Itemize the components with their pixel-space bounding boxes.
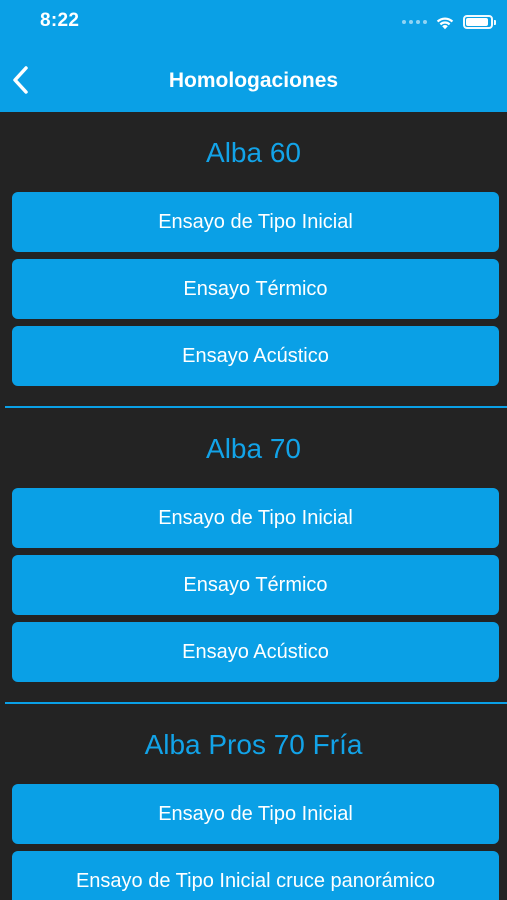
wifi-icon xyxy=(436,16,454,29)
ensayo-tipo-inicial-button[interactable]: Ensayo de Tipo Inicial xyxy=(12,488,499,548)
ensayo-termico-button[interactable]: Ensayo Térmico xyxy=(12,259,499,319)
status-icons xyxy=(402,11,496,33)
section-title: Alba 70 xyxy=(206,433,301,464)
homologations-list: Alba 60 Ensayo de Tipo Inicial Ensayo Té… xyxy=(0,112,507,900)
ensayo-tipo-inicial-button[interactable]: Ensayo de Tipo Inicial xyxy=(12,784,499,844)
status-time: 8:22 xyxy=(40,10,80,31)
ensayo-acustico-button[interactable]: Ensayo Acústico xyxy=(12,326,499,386)
section-alba-pros-70-fria: Alba Pros 70 Fría Ensayo de Tipo Inicial… xyxy=(0,704,507,900)
section-title: Alba 60 xyxy=(206,137,301,168)
battery-icon xyxy=(463,15,496,29)
section-alba-70: Alba 70 Ensayo de Tipo Inicial Ensayo Té… xyxy=(0,408,507,704)
ensayo-acustico-button[interactable]: Ensayo Acústico xyxy=(12,622,499,682)
navigation-bar: 8:22 Homologaciones xyxy=(0,0,507,112)
ensayo-termico-button[interactable]: Ensayo Térmico xyxy=(12,555,499,615)
ensayo-tipo-inicial-button[interactable]: Ensayo de Tipo Inicial xyxy=(12,192,499,252)
page-title: Homologaciones xyxy=(168,69,339,92)
ensayo-tipo-inicial-cruce-panoramico-button[interactable]: Ensayo de Tipo Inicial cruce panorámico xyxy=(12,851,499,900)
section-alba-60: Alba 60 Ensayo de Tipo Inicial Ensayo Té… xyxy=(0,112,507,408)
signal-dots-icon xyxy=(402,20,427,24)
section-title: Alba Pros 70 Fría xyxy=(144,729,363,760)
